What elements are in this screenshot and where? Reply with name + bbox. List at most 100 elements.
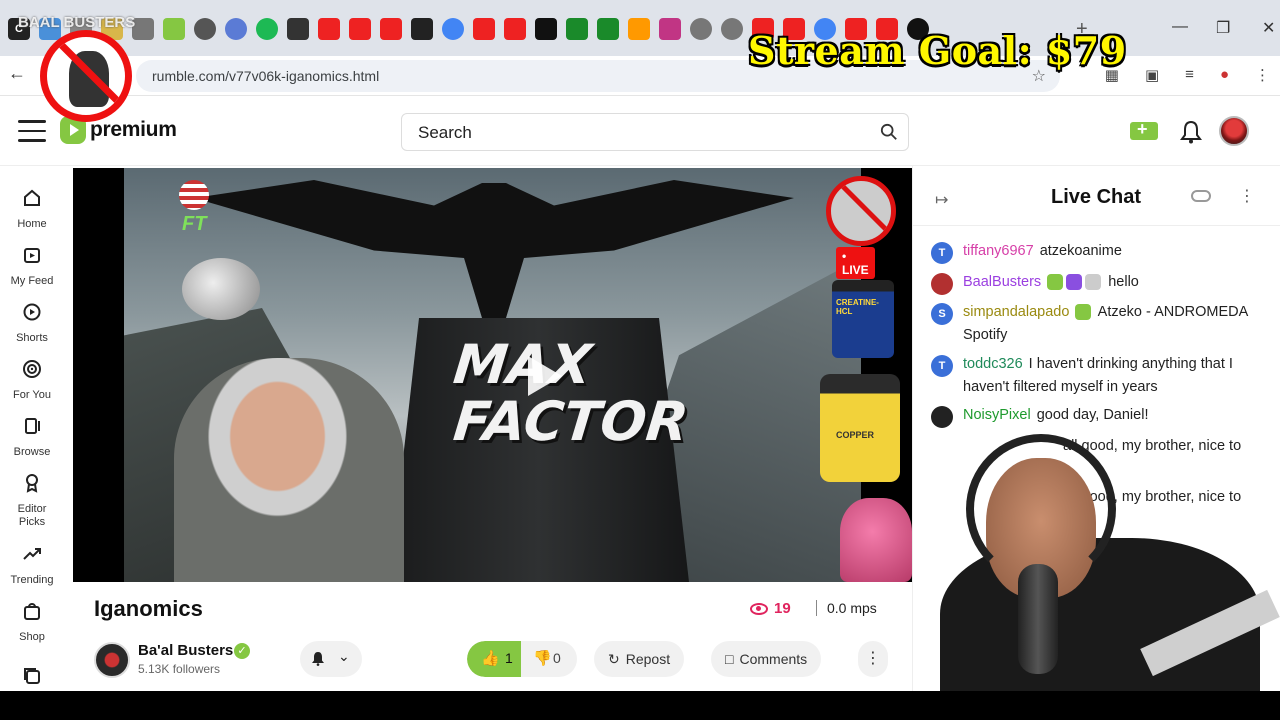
bottom-bar bbox=[0, 691, 1280, 720]
go-live-icon[interactable] bbox=[1130, 119, 1158, 140]
repost-button[interactable]: ↻ Repost bbox=[594, 641, 685, 677]
supplement-bottle: CREATINE-HCL bbox=[832, 280, 894, 358]
close-window-icon[interactable]: ✕ bbox=[1262, 18, 1275, 38]
nav-label: Browse bbox=[13, 446, 51, 458]
restore-icon[interactable]: ❐ bbox=[1216, 18, 1230, 38]
chat-username[interactable]: tiffany6967 bbox=[963, 243, 1034, 259]
tab-favicon[interactable] bbox=[597, 18, 619, 40]
nav-label: For You bbox=[13, 389, 51, 401]
nav-item-shop[interactable]: Shop bbox=[0, 601, 64, 644]
tab-favicon[interactable] bbox=[349, 18, 371, 40]
tab-favicon[interactable] bbox=[318, 18, 340, 40]
chat-message: T toddc326 I haven't drinking anything th… bbox=[931, 353, 1271, 399]
reading-list-icon[interactable]: ≡ bbox=[1185, 66, 1194, 84]
home-icon bbox=[24, 189, 40, 206]
video-thumbnail: FT MAX FACTOR • LIVE CREATINE-HCL COPPER bbox=[124, 168, 912, 582]
tab-favicon[interactable] bbox=[163, 18, 185, 40]
notifications-bell-icon[interactable] bbox=[1180, 120, 1202, 144]
nav-item-for-you[interactable]: For You bbox=[0, 359, 64, 402]
watermark: BAAL BUSTERS bbox=[18, 14, 136, 31]
channel-name[interactable]: Ba'al Busters bbox=[138, 642, 233, 659]
left-sidebar: Home My Feed Shorts For You Browse Edito… bbox=[0, 166, 64, 696]
eye-icon bbox=[750, 602, 768, 615]
thumbs-up-icon: 👍 bbox=[481, 650, 500, 667]
tab-favicon[interactable] bbox=[628, 18, 650, 40]
browse-icon bbox=[25, 418, 40, 434]
like-count: 1 bbox=[505, 650, 513, 666]
search-icon[interactable] bbox=[880, 123, 898, 141]
nav-item-editor-picks[interactable]: Editor Picks bbox=[0, 473, 64, 529]
nav-label: Editor Picks bbox=[17, 503, 47, 528]
nav-item-home[interactable]: Home bbox=[0, 188, 64, 231]
play-icon[interactable] bbox=[528, 356, 562, 396]
tab-favicon[interactable] bbox=[225, 18, 247, 40]
chat-username[interactable]: simpandalapado bbox=[963, 304, 1069, 320]
view-count: 19 bbox=[750, 600, 791, 617]
nav-item-browse[interactable]: Browse bbox=[0, 416, 64, 459]
comments-button[interactable]: □ Comments bbox=[711, 641, 822, 677]
tab-favicon[interactable] bbox=[132, 18, 154, 40]
views-number: 19 bbox=[774, 600, 791, 617]
tab-favicon[interactable] bbox=[380, 18, 402, 40]
chat-avatar: T bbox=[931, 242, 953, 264]
webcam-overlay bbox=[920, 418, 1280, 720]
search-tabs-icon[interactable]: ▣ bbox=[1145, 66, 1159, 84]
tab-favicon[interactable] bbox=[535, 18, 557, 40]
back-arrow-icon[interactable]: ← bbox=[8, 63, 26, 84]
menu-dots-icon[interactable]: ⋮ bbox=[1255, 66, 1270, 84]
flag-icon bbox=[179, 180, 209, 210]
target-icon bbox=[23, 360, 41, 378]
devil-graphic bbox=[840, 498, 912, 582]
notification-button[interactable]: ⌄ bbox=[300, 641, 362, 677]
tab-favicon[interactable] bbox=[473, 18, 495, 40]
tab-favicon[interactable] bbox=[411, 18, 433, 40]
verified-badge-icon bbox=[1047, 274, 1064, 291]
channel-avatar[interactable] bbox=[94, 642, 130, 678]
more-options-icon[interactable]: ⋮ bbox=[858, 641, 888, 677]
chat-avatar bbox=[931, 273, 953, 295]
follower-count: 5.13K followers bbox=[138, 662, 221, 676]
chat-username[interactable]: toddc326 bbox=[963, 356, 1023, 372]
award-icon bbox=[26, 474, 38, 493]
channel-logo-graphic: FT bbox=[182, 213, 207, 235]
raven-image bbox=[194, 180, 794, 318]
search-input[interactable]: Search bbox=[401, 113, 909, 151]
chat-toggle-icon[interactable] bbox=[1191, 190, 1211, 202]
nav-label: Shop bbox=[19, 631, 45, 643]
tab-favicon[interactable] bbox=[721, 18, 743, 40]
video-player[interactable]: FT MAX FACTOR • LIVE CREATINE-HCL COPPER bbox=[73, 168, 912, 582]
tab-favicon[interactable] bbox=[256, 18, 278, 40]
thumbnail-title-line1: MAX bbox=[450, 333, 595, 396]
repost-icon: ↻ bbox=[608, 650, 620, 667]
nav-item-my-feed[interactable]: My Feed bbox=[0, 245, 64, 288]
chat-avatar: S bbox=[931, 303, 953, 325]
tab-favicon[interactable] bbox=[442, 18, 464, 40]
minimize-icon[interactable]: — bbox=[1172, 18, 1188, 36]
bottle-label: COPPER bbox=[836, 430, 875, 440]
user-avatar[interactable] bbox=[1219, 116, 1249, 146]
dislike-count: 0 bbox=[553, 650, 561, 666]
nav-item-trending[interactable]: Trending bbox=[0, 544, 64, 587]
tab-favicon[interactable] bbox=[194, 18, 216, 40]
tab-favicon[interactable] bbox=[659, 18, 681, 40]
screen: C + — ❐ ✕ ← rumble.com/v77v06k-iganomics… bbox=[0, 0, 1280, 720]
tab-favicon[interactable] bbox=[566, 18, 588, 40]
collapse-chat-icon[interactable]: ↦ bbox=[935, 190, 948, 210]
supplement-bottle: COPPER bbox=[820, 374, 900, 482]
live-badge: • LIVE bbox=[836, 247, 875, 279]
tab-favicon[interactable] bbox=[287, 18, 309, 40]
search-placeholder: Search bbox=[418, 123, 472, 142]
thumbnail-title-line2: FACTOR bbox=[450, 390, 692, 453]
profile-icon[interactable]: ● bbox=[1220, 66, 1229, 84]
tab-favicon[interactable] bbox=[504, 18, 526, 40]
no-baal-logo bbox=[40, 30, 132, 122]
tab-favicon[interactable] bbox=[690, 18, 712, 40]
nav-item-shorts[interactable]: Shorts bbox=[0, 302, 64, 345]
chat-title: Live Chat bbox=[1051, 186, 1142, 208]
chat-menu-icon[interactable]: ⋮ bbox=[1239, 186, 1255, 206]
like-button[interactable]: 👍 1 bbox=[467, 641, 521, 677]
chat-message: BaalBusters hello bbox=[931, 271, 1271, 295]
feed-icon bbox=[24, 248, 40, 263]
hamburger-menu-icon[interactable] bbox=[18, 120, 46, 142]
chat-username[interactable]: BaalBusters bbox=[963, 274, 1041, 290]
